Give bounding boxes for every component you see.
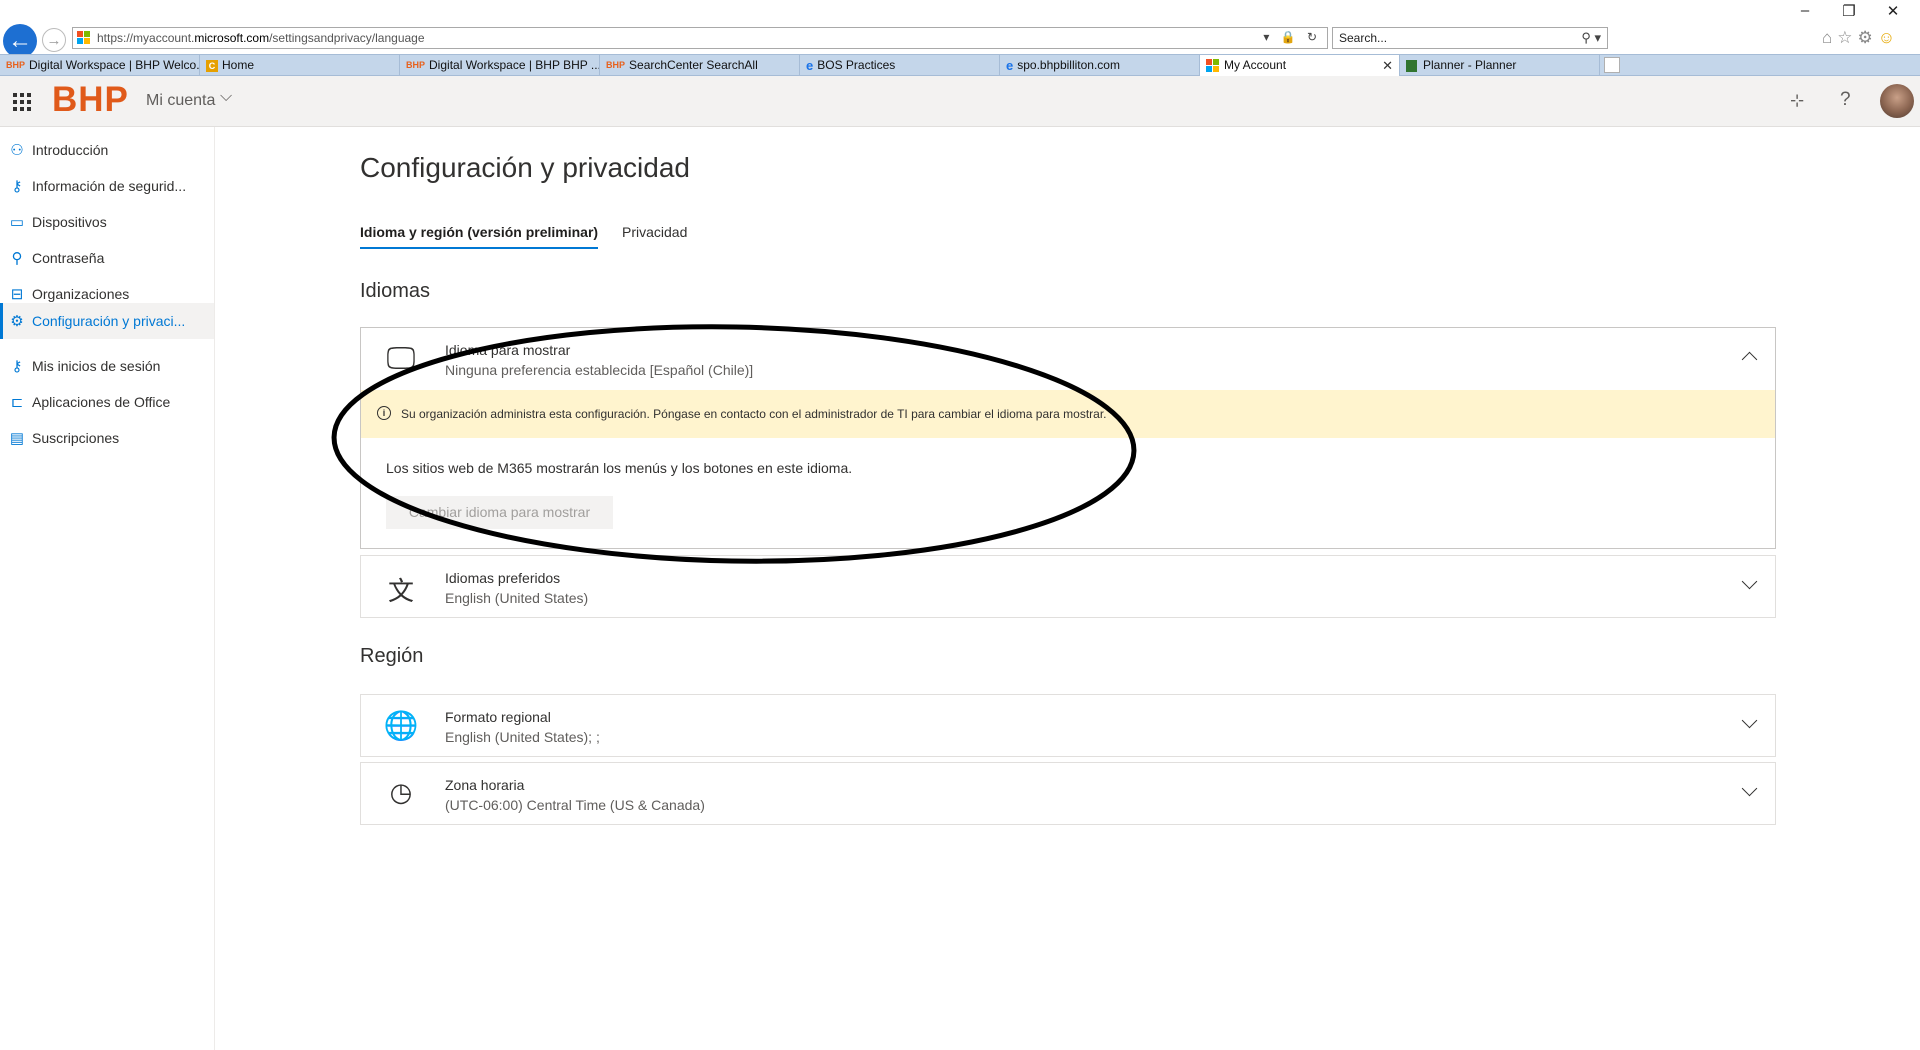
address-bar-row: ← → https://myaccount.microsoft.com/sett… bbox=[0, 24, 1920, 58]
chevron-down-icon[interactable] bbox=[1741, 712, 1758, 729]
url-text: https://myaccount.microsoft.com/settings… bbox=[97, 31, 425, 45]
browser-tab[interactable]: BHP Digital Workspace | BHP Welco... bbox=[0, 55, 200, 76]
browser-tab[interactable]: C Home bbox=[200, 55, 400, 76]
sidebar-item-sign-ins[interactable]: ⚷ Mis inicios de sesión bbox=[0, 348, 214, 384]
avatar[interactable] bbox=[1880, 84, 1914, 118]
settings-gear-icon[interactable]: ⚙ bbox=[1858, 28, 1878, 47]
key-icon: ⚲ bbox=[11, 250, 23, 267]
person-key-icon: ⚷ bbox=[11, 178, 23, 195]
close-window-icon[interactable]: ✕ bbox=[1878, 2, 1908, 20]
time-zone-card[interactable]: ◷ Zona horaria (UTC-06:00) Central Time … bbox=[360, 762, 1776, 825]
info-icon: i bbox=[377, 406, 391, 420]
browser-tab[interactable]: Planner - Planner bbox=[1400, 55, 1600, 76]
tab-privacy[interactable]: Privacidad bbox=[622, 224, 687, 240]
ie-favicon-icon: e bbox=[1006, 58, 1014, 74]
new-tab-button[interactable] bbox=[1604, 57, 1620, 73]
bhp-favicon-icon: BHP bbox=[606, 60, 626, 71]
tab-language-region[interactable]: Idioma y región (versión preliminar) bbox=[360, 224, 598, 240]
chevron-down-icon[interactable] bbox=[1741, 573, 1758, 590]
url-input[interactable]: https://myaccount.microsoft.com/settings… bbox=[72, 27, 1328, 49]
card-icon: ▤ bbox=[9, 430, 25, 447]
browser-tab[interactable]: e spo.bhpbilliton.com bbox=[1000, 55, 1200, 76]
browser-toolbar-icons: ⌂☆⚙☺ bbox=[1822, 28, 1900, 48]
sidebar-item-overview[interactable]: ⚇ Introducción bbox=[0, 132, 214, 168]
monitor-icon: 🖵 bbox=[386, 342, 416, 375]
apps-icon: ⊏ bbox=[10, 394, 24, 411]
restore-icon[interactable]: ❐ bbox=[1834, 2, 1864, 20]
ie-favicon-icon: e bbox=[806, 58, 814, 74]
browser-tab[interactable]: BHP Digital Workspace | BHP BHP ... bbox=[400, 55, 600, 76]
favorites-star-icon[interactable]: ☆ bbox=[1837, 28, 1857, 47]
close-tab-icon[interactable]: ✕ bbox=[1382, 55, 1393, 76]
browser-search-input[interactable]: Search... ⚲ ▾ bbox=[1332, 27, 1608, 49]
chevron-down-icon[interactable]: ⌵ bbox=[220, 88, 232, 106]
briefcase-icon: ⊟ bbox=[10, 286, 24, 303]
browser-titlebar: – ❐ ✕ bbox=[0, 0, 1920, 24]
display-language-description: Los sitios web de M365 mostrarán los men… bbox=[386, 460, 853, 476]
browser-tab[interactable]: e BOS Practices bbox=[800, 55, 1000, 76]
display-language-header[interactable]: 🖵 Idioma para mostrar Ninguna preferenci… bbox=[361, 328, 1775, 390]
change-display-language-button[interactable]: Cambiar idioma para mostrar bbox=[386, 496, 613, 529]
language-translate-icon: 文 bbox=[387, 576, 414, 606]
back-button[interactable]: ← bbox=[3, 24, 37, 58]
planner-favicon-icon bbox=[1406, 59, 1417, 72]
help-icon[interactable]: ? bbox=[1840, 89, 1851, 111]
gear-icon: ⚙ bbox=[10, 313, 24, 330]
managed-warning-bar: i Su organización administra esta config… bbox=[361, 390, 1775, 438]
organization-chart-icon[interactable]: ⊹ bbox=[1790, 91, 1804, 111]
browser-tab-row: BHP Digital Workspace | BHP Welco... C Hom… bbox=[0, 54, 1920, 76]
sidebar-item-security-info[interactable]: ⚷ Información de segurid... bbox=[0, 168, 214, 204]
search-icon[interactable]: ⚲ ▾ bbox=[1581, 30, 1601, 46]
bhp-favicon-icon: BHP bbox=[6, 60, 26, 71]
app-header: BHP Mi cuenta ⌵ ⊹ ? bbox=[0, 76, 1920, 127]
forward-button[interactable]: → bbox=[42, 28, 66, 52]
sidebar-item-office-apps[interactable]: ⊏ Aplicaciones de Office bbox=[0, 384, 214, 420]
browser-tab-active[interactable]: My Account ✕ bbox=[1200, 55, 1400, 76]
feedback-smiley-icon[interactable]: ☺ bbox=[1878, 28, 1900, 47]
active-tab-indicator bbox=[360, 247, 598, 249]
page-title: Configuración y privacidad bbox=[360, 152, 690, 183]
bhp-favicon-icon: BHP bbox=[406, 60, 426, 71]
bhp-logo[interactable]: BHP bbox=[52, 80, 129, 120]
chevron-down-icon[interactable] bbox=[1741, 780, 1758, 797]
ms-favicon-icon bbox=[1206, 59, 1219, 73]
display-language-card: 🖵 Idioma para mostrar Ninguna preferenci… bbox=[360, 327, 1776, 549]
person-key-icon: ⚷ bbox=[11, 358, 23, 375]
site-favicon-icon bbox=[77, 31, 91, 45]
person-icon: ⚇ bbox=[10, 142, 24, 159]
sidebar-item-devices[interactable]: ▭ Dispositivos bbox=[0, 204, 214, 240]
chevron-up-icon[interactable] bbox=[1741, 351, 1758, 368]
sidebar-item-settings-privacy[interactable]: ⚙ Configuración y privaci... bbox=[0, 303, 214, 339]
browser-tab[interactable]: BHP SearchCenter SearchAll bbox=[600, 55, 800, 76]
sidebar-item-subscriptions[interactable]: ▤ Suscripciones bbox=[0, 420, 214, 456]
sidebar-nav: ⚇ Introducción ⚷ Información de segurid.… bbox=[0, 127, 215, 1050]
clock-globe-icon: ◷ bbox=[389, 777, 413, 807]
regional-format-card[interactable]: 🌐 Formato regional English (United State… bbox=[360, 694, 1776, 757]
region-heading: Región bbox=[360, 645, 424, 667]
account-title[interactable]: Mi cuenta bbox=[146, 92, 215, 110]
languages-heading: Idiomas bbox=[360, 280, 431, 302]
home-icon[interactable]: ⌂ bbox=[1822, 28, 1837, 47]
app-launcher-icon[interactable] bbox=[13, 93, 31, 111]
home-favicon-icon: C bbox=[206, 59, 218, 72]
laptop-icon: ▭ bbox=[9, 214, 25, 231]
preferred-languages-card[interactable]: 文 Idiomas preferidos English (United Sta… bbox=[360, 555, 1776, 618]
url-action-icons[interactable]: ▾ 🔒 ↻ bbox=[1263, 30, 1321, 44]
sidebar-item-password[interactable]: ⚲ Contraseña bbox=[0, 240, 214, 276]
minimize-icon[interactable]: – bbox=[1790, 2, 1820, 19]
globe-icon: 🌐 bbox=[383, 710, 419, 741]
